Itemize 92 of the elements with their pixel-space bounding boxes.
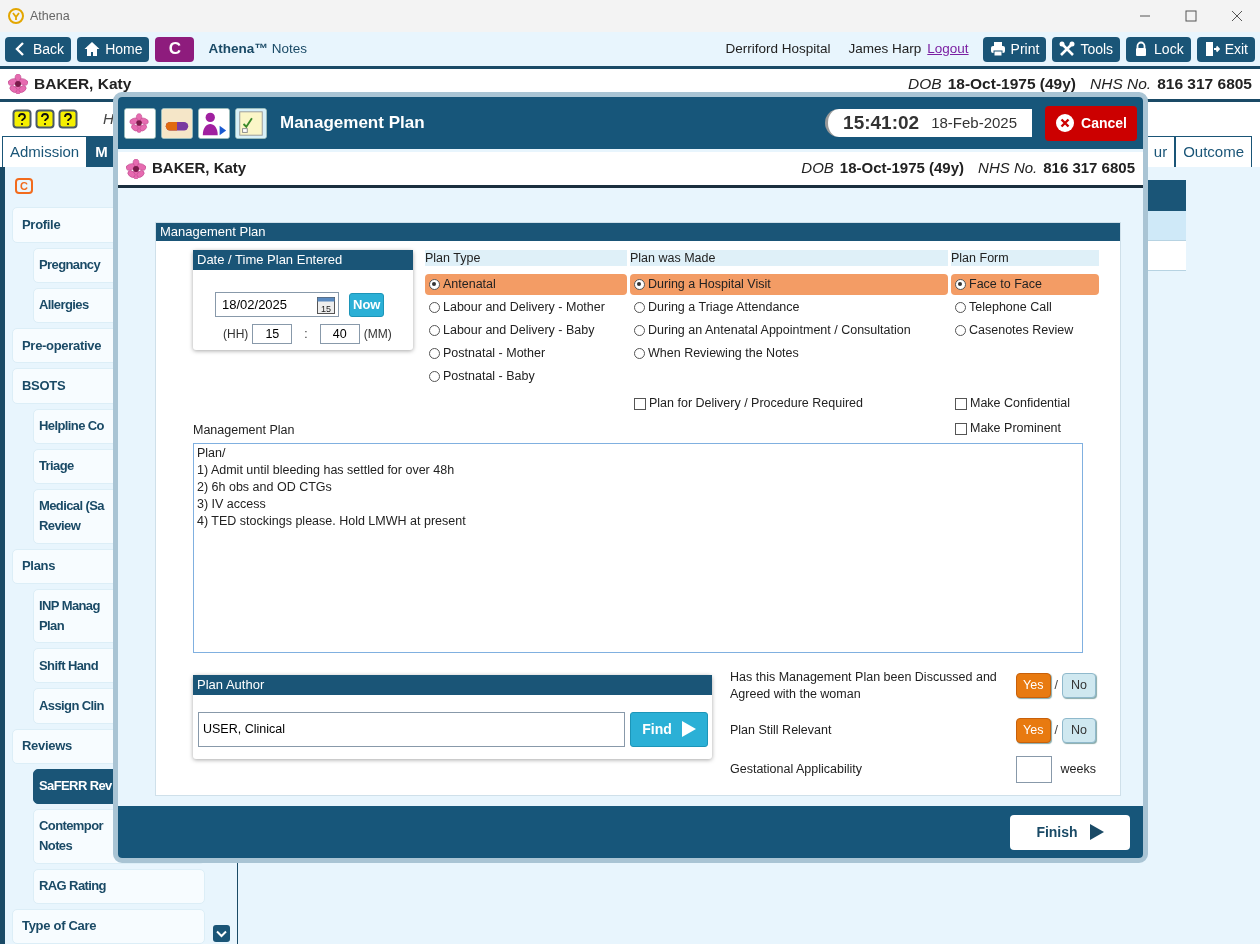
app-subtitle: Notes — [271, 39, 308, 58]
tools-icon — [1059, 41, 1076, 57]
flower-icon — [8, 74, 28, 94]
dob-label: DOB — [908, 74, 942, 95]
column-heading: Plan was Made — [630, 250, 948, 266]
exit-button[interactable]: Exit — [1196, 36, 1255, 62]
checkbox[interactable]: Make Prominent — [951, 418, 1099, 439]
sidebar-item[interactable]: Type of Care — [12, 908, 205, 945]
window-title: Athena — [30, 7, 70, 25]
tools-button[interactable]: Tools — [1052, 36, 1121, 62]
dob-value: 18-Oct-1975 (49y) — [839, 158, 965, 179]
tab[interactable]: Admission — [2, 136, 88, 167]
home-icon — [84, 41, 101, 57]
person-arrow-icon[interactable] — [198, 107, 230, 139]
close-icon — [1055, 113, 1076, 133]
answer-button[interactable]: No — [1062, 717, 1096, 743]
unit-label: weeks — [1060, 760, 1096, 778]
module-button[interactable]: C — [155, 36, 195, 62]
play-icon — [681, 721, 696, 738]
radio-option[interactable]: During a Triage Attendance — [630, 297, 948, 318]
flower-icon — [126, 158, 146, 179]
flower-icon[interactable] — [124, 107, 156, 139]
checkbox[interactable]: Make Confidential — [951, 393, 1099, 414]
date-field[interactable]: 18/02/2025 15 — [215, 292, 339, 317]
question-label: Plan Still Relevant — [730, 721, 833, 739]
tab[interactable]: Outcome — [1175, 136, 1252, 167]
hour-field[interactable]: 15 — [252, 324, 293, 344]
radio-option[interactable]: Postnatal - Mother — [425, 343, 627, 364]
card-title: Plan Author — [193, 674, 712, 695]
radio-option[interactable]: Postnatal - Baby — [425, 366, 627, 387]
question-label: Gestational Applicability — [730, 760, 864, 778]
help-icon[interactable] — [35, 109, 55, 129]
chevron-down-icon — [216, 929, 227, 938]
back-button[interactable]: Back — [5, 36, 72, 62]
card-title: Date / Time Plan Entered — [193, 250, 413, 270]
dob-value: 18-Oct-1975 (49y) — [947, 74, 1076, 95]
field-label: Management Plan — [193, 422, 295, 439]
user-name: James Harp — [848, 39, 922, 58]
option-separator: / — [1054, 677, 1058, 695]
column-heading: Plan Type — [425, 250, 627, 266]
column-heading: Plan Form — [951, 250, 1099, 266]
nhs-number: 816 317 6805 — [1043, 158, 1135, 179]
hour-label: (HH) — [223, 326, 249, 343]
logout-link[interactable]: Logout — [927, 38, 969, 60]
calendar-icon[interactable]: 15 — [317, 295, 335, 314]
nhs-number: 816 317 6805 — [1157, 74, 1252, 95]
nhs-label: NHS No. — [978, 158, 1038, 179]
notepad-icon[interactable] — [235, 107, 267, 139]
radio-option[interactable]: Labour and Delivery - Baby — [425, 320, 627, 341]
scroll-down-button[interactable] — [213, 925, 230, 942]
nhs-label: NHS No. — [1090, 74, 1152, 95]
lock-button[interactable]: Lock — [1126, 36, 1191, 62]
cancel-button[interactable]: Cancel — [1045, 105, 1137, 141]
checkbox[interactable]: Plan for Delivery / Procedure Required — [630, 393, 948, 414]
radio-option[interactable]: During a Hospital Visit — [630, 274, 948, 295]
answer-button[interactable]: No — [1062, 673, 1096, 699]
radio-option[interactable]: Labour and Delivery - Mother — [425, 297, 627, 318]
question-label: Has this Management Plan been Discussed and Agreed with the woman — [730, 668, 998, 703]
clock-time: 15:41:02 — [843, 110, 920, 135]
app-name: Athena™ — [208, 39, 268, 58]
patient-name: BAKER, Katy — [34, 74, 132, 95]
home-button[interactable]: Home — [77, 36, 150, 62]
notes-field[interactable]: Plan/ 1) Admit until bleeding has settled for over 48h 2) 6h obs and OD CTGs 3) IV access 4) TED stockings please. Hold LMWH at present — [193, 442, 1083, 653]
sidebar-item[interactable]: RAG Rating — [33, 868, 205, 904]
hospital-name: Derriford Hospital — [725, 39, 831, 58]
minute-field[interactable]: 40 — [319, 324, 360, 344]
print-button[interactable]: Print — [982, 36, 1047, 62]
dialog-title: Management Plan — [280, 112, 425, 135]
play-icon — [1089, 824, 1104, 840]
radio-option[interactable]: Face to Face — [951, 274, 1099, 295]
option-separator: / — [1054, 721, 1058, 739]
pill-icon[interactable] — [161, 107, 193, 139]
minute-label: (MM) — [363, 326, 392, 343]
radio-option[interactable]: Antenatal — [425, 274, 627, 295]
module-badge: C — [15, 178, 33, 195]
author-field[interactable]: USER, Clinical — [198, 711, 625, 747]
panel-title: Management Plan — [156, 223, 1120, 241]
weeks-field[interactable] — [1015, 755, 1052, 783]
exit-icon — [1203, 41, 1220, 57]
radio-option[interactable]: Casenotes Review — [951, 320, 1099, 341]
help-icon[interactable] — [12, 109, 32, 129]
radio-option[interactable]: Telephone Call — [951, 297, 1099, 318]
radio-option[interactable]: During an Antenatal Appointment / Consultation — [630, 320, 948, 341]
printer-icon — [989, 41, 1006, 57]
dob-label: DOB — [801, 158, 834, 179]
clock-date: 18-Feb-2025 — [931, 112, 1018, 133]
finish-button[interactable]: Finish — [1010, 814, 1130, 850]
radio-option[interactable]: When Reviewing the Notes — [630, 343, 948, 364]
patient-name: BAKER, Katy — [152, 158, 247, 179]
time-separator: : — [304, 326, 308, 343]
app-logo-icon — [8, 8, 24, 24]
help-icon[interactable] — [58, 109, 78, 129]
